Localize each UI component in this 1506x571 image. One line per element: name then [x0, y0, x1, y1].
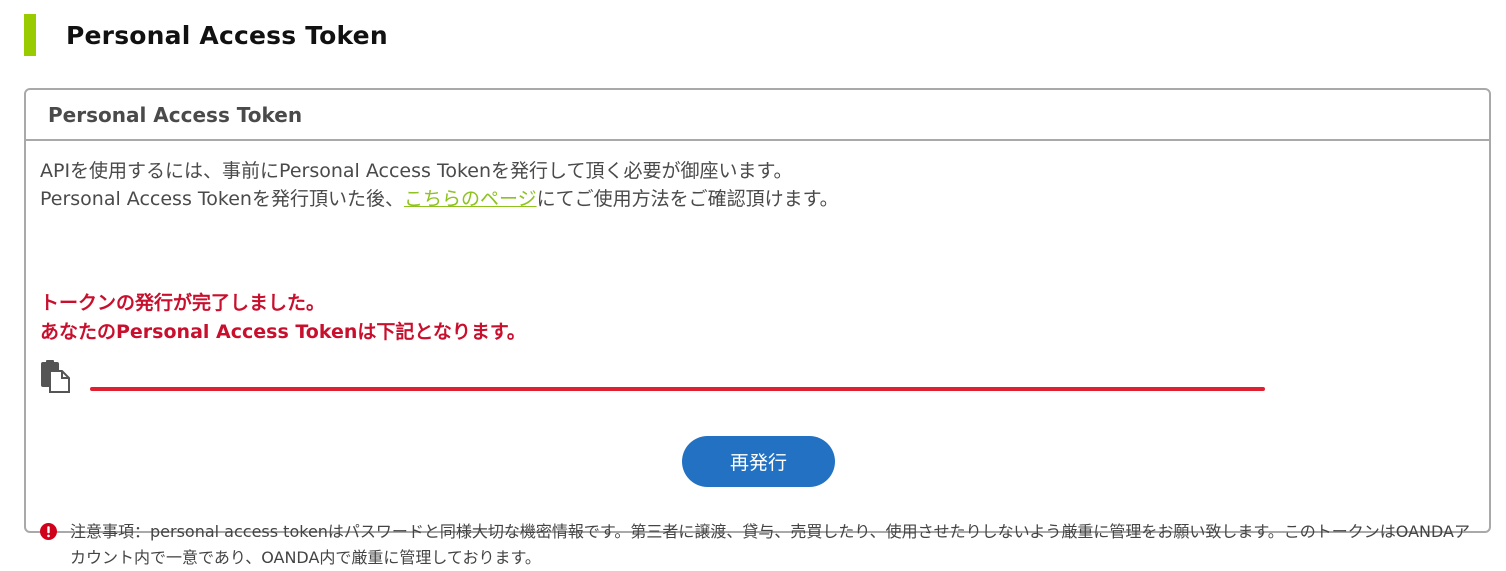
intro-line-2: Personal Access Tokenを発行頂いた後、こちらのページにてご使…: [40, 185, 839, 213]
page-title: Personal Access Token: [66, 20, 388, 50]
notice-text: 注意事項：personal access tokenはパスワードと同様大切な機密…: [70, 522, 1470, 567]
success-line-2: あなたのPersonal Access Tokenは下記となります。: [40, 321, 526, 343]
panel-header: Personal Access Token: [26, 90, 1489, 141]
success-message: トークンの発行が完了しました。 あなたのPersonal Access Toke…: [40, 289, 526, 347]
intro-line-1: APIを使用するには、事前にPersonal Access Tokenを発行して…: [40, 160, 793, 182]
page-heading: Personal Access Token: [24, 14, 388, 56]
copy-icon[interactable]: [38, 359, 72, 393]
notice: 注意事項：personal access tokenはパスワードと同様大切な機密…: [40, 519, 1480, 571]
token-panel: Personal Access Token APIを使用するには、事前にPers…: [24, 88, 1491, 567]
exclamation-circle-icon: [40, 523, 57, 540]
token-value-redacted: [90, 387, 1265, 391]
usage-page-link[interactable]: こちらのページ: [404, 188, 537, 210]
heading-accent-bar: [24, 14, 36, 56]
panel-title: Personal Access Token: [48, 102, 303, 127]
intro-text: APIを使用するには、事前にPersonal Access Tokenを発行して…: [40, 157, 839, 213]
intro-line-2-before: Personal Access Tokenを発行頂いた後、: [40, 188, 404, 210]
reissue-button[interactable]: 再発行: [682, 436, 835, 487]
intro-line-2-after: にてご使用方法をご確認頂けます。: [536, 188, 839, 210]
success-line-1: トークンの発行が完了しました。: [40, 292, 326, 314]
